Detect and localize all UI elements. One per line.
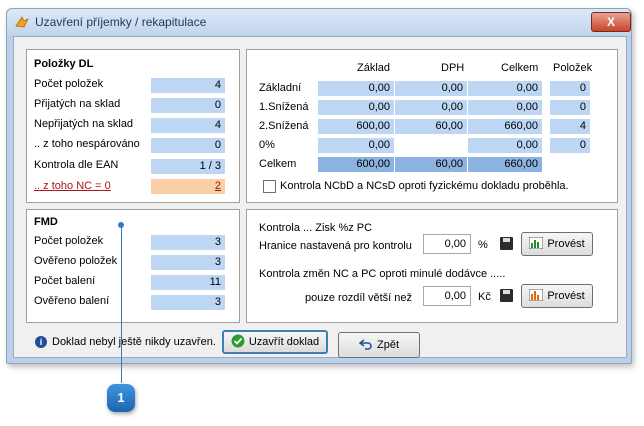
dl-unpaired-value: 0	[151, 138, 225, 153]
dl-not-accepted-label: Nepřijatých na sklad	[34, 118, 134, 130]
vat-total-zaklad: 600,00	[318, 157, 394, 172]
bar-chart-icon	[528, 236, 544, 252]
fmd-count-value: 3	[151, 235, 225, 250]
vat-dph-cell: 0,00	[395, 81, 467, 96]
run-label: Provést	[547, 290, 585, 302]
vat-zaklad-cell: 0,00	[318, 100, 394, 115]
fmd-packages-value: 11	[151, 275, 225, 290]
dl-nc-zero-link[interactable]: .. z toho NC = 0	[34, 180, 111, 192]
dl-accepted-label: Přijatých na sklad	[34, 98, 121, 110]
fmd-verified-packages-value: 3	[151, 295, 225, 310]
header-celkem: Celkem	[501, 62, 539, 74]
vat-celkem-cell: 0,00	[468, 100, 542, 115]
dl-accepted-value: 0	[151, 98, 225, 113]
header-zaklad: Základ	[357, 62, 391, 74]
title-bar: Uzavření příjemky / rekapitulace X	[7, 9, 631, 35]
vat-polozek-cell: 0	[550, 100, 590, 115]
back-label: Zpět	[376, 339, 399, 351]
vat-zaklad-cell: 600,00	[318, 119, 394, 134]
diff-input[interactable]: 0,00	[423, 286, 471, 306]
fmd-packages-label: Počet balení	[34, 275, 96, 287]
vat-zaklad-cell: 0,00	[318, 81, 394, 96]
run-label: Provést	[547, 238, 585, 250]
save-diff-icon[interactable]	[500, 289, 513, 302]
dialog-body: Položky DL Počet položek 4 Přijatých na …	[13, 36, 627, 358]
dl-count-label: Počet položek	[34, 78, 104, 90]
vat-panel: Základ DPH Celkem Položek Základní 0,00 …	[246, 49, 618, 203]
bar-chart-orange-icon	[528, 288, 544, 304]
vat-row-label: 1.Snížená	[259, 101, 309, 113]
app-icon	[15, 15, 29, 29]
undo-arrow-icon	[358, 338, 373, 353]
price-change-title: Kontrola změn NC a PC oproti minulé dodá…	[259, 268, 506, 280]
save-limit-icon[interactable]	[500, 237, 513, 250]
info-icon: i	[35, 336, 47, 348]
dl-nc-zero-value: 2	[151, 179, 225, 194]
limit-unit: %	[478, 239, 488, 251]
dl-unpaired-label: .. z toho nespárováno	[34, 138, 140, 150]
control-panel: Kontrola ... Zisk %z PC Hranice nastaven…	[246, 209, 618, 323]
dl-title: Položky DL	[34, 58, 94, 70]
fmd-count-label: Počet položek	[34, 235, 104, 247]
vat-row-label: 0%	[259, 139, 275, 151]
callout-dot	[118, 222, 124, 228]
dialog-window: Uzavření příjemky / rekapitulace X Polož…	[6, 8, 632, 364]
fmd-title: FMD	[34, 216, 58, 228]
vat-total-label: Celkem	[259, 158, 297, 170]
dl-panel: Položky DL Počet položek 4 Přijatých na …	[26, 49, 240, 203]
dl-ean-value: 1 / 3	[151, 159, 225, 174]
callout-line	[121, 225, 122, 383]
vat-zaklad-cell: 0,00	[318, 138, 394, 153]
close-button[interactable]: X	[591, 12, 631, 32]
vat-total-dph: 60,00	[395, 157, 467, 172]
header-polozek: Položek	[553, 62, 593, 74]
vat-polozek-cell: 4	[550, 119, 590, 134]
vat-row-label: 2.Snížená	[259, 120, 309, 132]
vat-total-celkem: 660,00	[468, 157, 542, 172]
vat-polozek-cell: 0	[550, 138, 590, 153]
run-price-change-button[interactable]: Provést	[521, 284, 593, 308]
fmd-panel: FMD Počet položek 3 Ověřeno položek 3 Po…	[26, 209, 240, 323]
header-dph: DPH	[441, 62, 465, 74]
vat-row-label: Základní	[259, 82, 302, 94]
dl-ean-label: Kontrola dle EAN	[34, 159, 119, 171]
vat-dph-cell: 0,00	[395, 100, 467, 115]
back-button[interactable]: Zpět	[338, 332, 420, 358]
info-message: Doklad nebyl ještě nikdy uzavřen.	[52, 336, 216, 348]
vat-celkem-cell: 0,00	[468, 81, 542, 96]
fmd-verified-packages-label: Ověřeno balení	[34, 295, 110, 307]
run-margin-check-button[interactable]: Provést	[521, 232, 593, 256]
margin-check-title: Kontrola ... Zisk %z PC	[259, 222, 373, 234]
window-title: Uzavření příjemky / rekapitulace	[35, 15, 207, 29]
vat-celkem-cell: 660,00	[468, 119, 542, 134]
ncbd-check-label: Kontrola NCbD a NCsD oproti fyzickému do…	[280, 180, 569, 192]
close-document-label: Uzavřít doklad	[248, 336, 320, 348]
diff-unit: Kč	[478, 291, 491, 303]
vat-dph-cell: 60,00	[395, 119, 467, 134]
fmd-verified-items-value: 3	[151, 255, 225, 270]
diff-label: pouze rozdíl větší než	[305, 292, 413, 304]
vat-celkem-cell: 0,00	[468, 138, 542, 153]
vat-polozek-cell: 0	[550, 81, 590, 96]
ncbd-check-checkbox[interactable]	[263, 180, 276, 193]
callout-badge: 1	[107, 384, 135, 412]
dl-not-accepted-value: 4	[151, 118, 225, 133]
check-icon	[231, 334, 245, 351]
limit-input[interactable]: 0,00	[423, 234, 471, 254]
dl-count-value: 4	[151, 78, 225, 93]
limit-label: Hranice nastavená pro kontrolu	[259, 240, 412, 252]
close-document-button[interactable]: Uzavřít doklad	[222, 330, 328, 354]
fmd-verified-items-label: Ověřeno položek	[34, 255, 118, 267]
